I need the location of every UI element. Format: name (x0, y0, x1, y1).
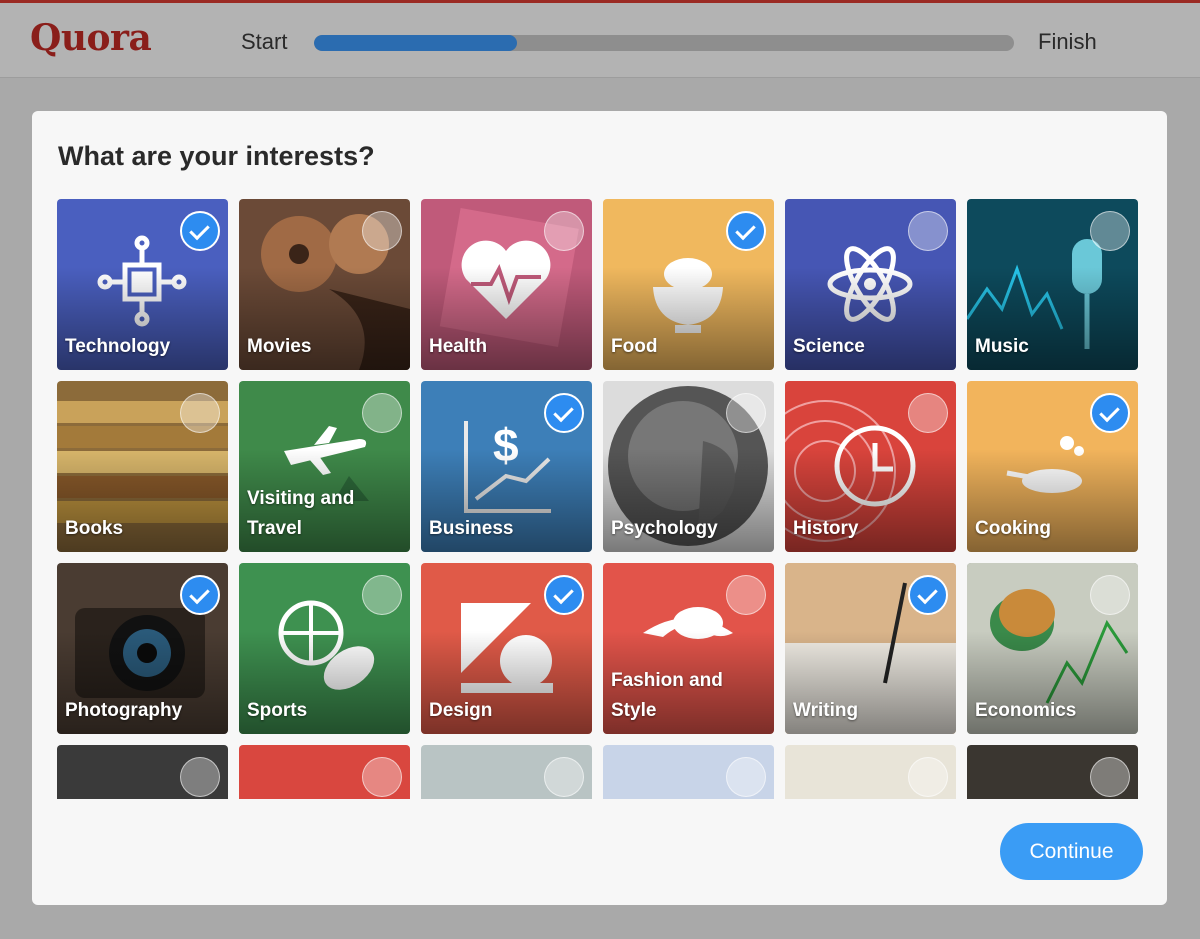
checkmark-icon[interactable] (544, 575, 584, 615)
topic-label: Books (65, 518, 124, 539)
topic-label: Business (429, 518, 514, 539)
topic-label: Health (429, 336, 488, 357)
topic-tile[interactable] (785, 745, 956, 799)
topic-tile[interactable]: Visiting and Travel (239, 381, 410, 552)
top-bar: Quora Start Finish (0, 0, 1200, 78)
topic-label: Psychology (611, 518, 718, 539)
interests-card: What are your interests? Technology Movie… (32, 111, 1167, 905)
select-circle-icon[interactable] (726, 757, 766, 797)
topic-tile[interactable]: Design (421, 563, 592, 734)
topic-tile[interactable]: Photography (57, 563, 228, 734)
progress-fill (314, 35, 517, 51)
checkmark-icon[interactable] (180, 575, 220, 615)
select-circle-icon[interactable] (544, 211, 584, 251)
topic-tile[interactable]: Writing (785, 563, 956, 734)
page-title: What are your interests? (58, 141, 375, 171)
topic-tile[interactable]: $ Business (421, 381, 592, 552)
select-circle-icon[interactable] (1090, 211, 1130, 251)
checkmark-icon[interactable] (908, 575, 948, 615)
topic-tile[interactable] (57, 745, 228, 799)
topic-label: Science (793, 336, 865, 357)
topic-tile[interactable]: Music (967, 199, 1138, 370)
select-circle-icon[interactable] (544, 757, 584, 797)
topic-label: Food (611, 336, 658, 357)
topic-label: Cooking (975, 518, 1051, 539)
topic-tile[interactable]: Books (57, 381, 228, 552)
quora-logo[interactable]: Quora (30, 17, 152, 59)
topic-label: Visiting and Travel (247, 488, 355, 539)
topic-tile[interactable] (421, 745, 592, 799)
topic-grid: Technology Movies Health Food Science Music Bo… (57, 199, 1142, 799)
select-circle-icon[interactable] (1090, 757, 1130, 797)
select-circle-icon[interactable] (726, 393, 766, 433)
select-circle-icon[interactable] (908, 757, 948, 797)
topic-label: Movies (247, 336, 312, 357)
topic-tile[interactable]: History (785, 381, 956, 552)
checkmark-icon[interactable] (180, 211, 220, 251)
topic-label: Music (975, 336, 1029, 357)
topic-tile[interactable]: Technology (57, 199, 228, 370)
select-circle-icon[interactable] (726, 575, 766, 615)
topic-grid-viewport[interactable]: Technology Movies Health Food Science Music Bo… (57, 199, 1142, 799)
topic-tile[interactable]: Health (421, 199, 592, 370)
topic-tile[interactable]: Psychology (603, 381, 774, 552)
select-circle-icon[interactable] (180, 757, 220, 797)
select-circle-icon[interactable] (908, 393, 948, 433)
progress-bar (314, 35, 1014, 51)
topic-label: Technology (65, 336, 171, 357)
checkmark-icon[interactable] (1090, 393, 1130, 433)
topic-tile[interactable]: Science (785, 199, 956, 370)
topic-tile[interactable]: Fashion and Style (603, 563, 774, 734)
topic-label: Sports (247, 700, 308, 721)
checkmark-icon[interactable] (544, 393, 584, 433)
topic-tile[interactable]: Food (603, 199, 774, 370)
topic-label: Economics (975, 700, 1077, 721)
topic-tile[interactable]: Movies (239, 199, 410, 370)
checkmark-icon[interactable] (726, 211, 766, 251)
select-circle-icon[interactable] (908, 211, 948, 251)
select-circle-icon[interactable] (362, 757, 402, 797)
topic-label: History (793, 518, 859, 539)
topic-tile[interactable]: Economics (967, 563, 1138, 734)
progress-finish-label: Finish (1038, 29, 1097, 54)
topic-tile[interactable] (239, 745, 410, 799)
topic-tile[interactable] (603, 745, 774, 799)
topic-label: Writing (793, 700, 859, 721)
select-circle-icon[interactable] (362, 211, 402, 251)
continue-button[interactable]: Continue (1000, 823, 1143, 880)
select-circle-icon[interactable] (180, 393, 220, 433)
topic-label: Design (429, 700, 493, 721)
topic-label: Photography (65, 700, 183, 721)
select-circle-icon[interactable] (362, 393, 402, 433)
select-circle-icon[interactable] (1090, 575, 1130, 615)
topic-tile[interactable]: Sports (239, 563, 410, 734)
topic-tile[interactable] (967, 745, 1138, 799)
topic-tile[interactable]: Cooking (967, 381, 1138, 552)
topic-label: Fashion and Style (611, 670, 723, 721)
select-circle-icon[interactable] (362, 575, 402, 615)
progress-start-label: Start (241, 29, 288, 54)
